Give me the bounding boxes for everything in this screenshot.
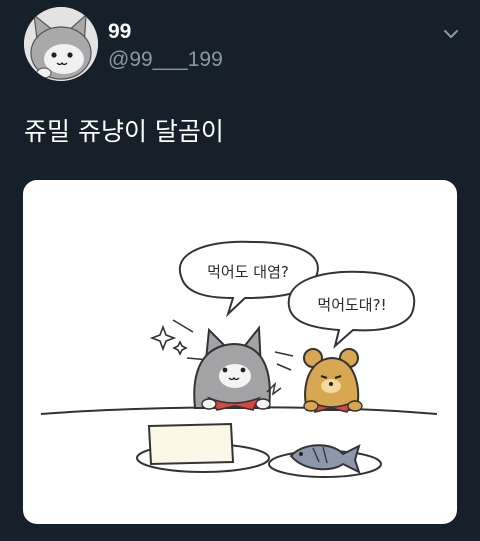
illustration: 먹어도 대염? 먹어도대?! (40, 240, 438, 478)
avatar-cat-icon (24, 7, 98, 81)
more-options-button[interactable] (441, 24, 461, 44)
tofu-plate (136, 422, 270, 473)
tweet-media-image[interactable]: 먹어도 대염? 먹어도대?! (23, 180, 457, 524)
yellow-bear (303, 348, 363, 413)
speech-bubble-left-text: 먹어도 대염? (207, 263, 289, 281)
display-name[interactable]: 99 (108, 20, 131, 44)
tweet-text: 쥬밀 쥬냥이 달곰이 (24, 117, 224, 146)
avatar[interactable] (24, 7, 98, 81)
fish-plate (268, 444, 382, 478)
gray-cat (193, 325, 282, 411)
user-handle[interactable]: @99___199 (108, 48, 223, 72)
speech-bubble-right-text: 먹어도대?! (317, 296, 386, 314)
chevron-down-icon (444, 30, 458, 38)
tweet-header: 99 @99___199 (0, 0, 480, 100)
